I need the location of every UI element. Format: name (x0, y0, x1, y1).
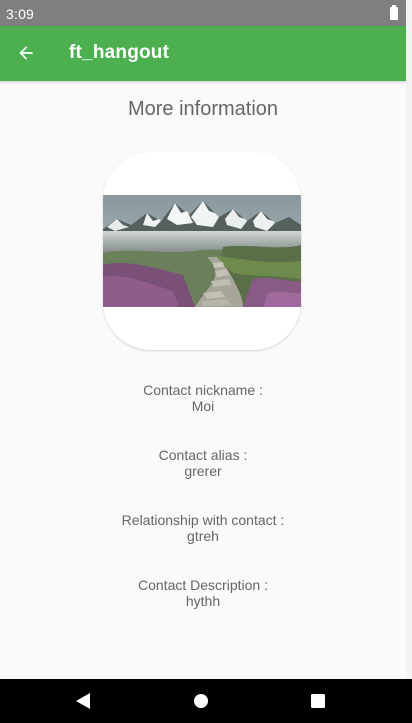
square-recents-icon (311, 694, 325, 708)
description-label: Contact Description : (138, 577, 268, 593)
status-time: 3:09 (6, 6, 35, 22)
contact-photo-card[interactable] (103, 152, 301, 350)
contact-description-field: Contact Description : hythh (0, 577, 406, 609)
status-bar: 3:09 (0, 0, 406, 26)
app-title: ft_hangout (69, 42, 170, 63)
landscape-photo (103, 195, 301, 307)
relationship-label: Relationship with contact : (121, 512, 285, 528)
nav-recents-button[interactable] (308, 691, 328, 711)
nav-home-button[interactable] (191, 691, 211, 711)
alias-value: grerer (184, 463, 222, 479)
system-nav-bar (0, 679, 412, 723)
arrow-back-icon (19, 46, 33, 60)
nav-back-button[interactable] (73, 691, 93, 711)
nickname-label: Contact nickname : (143, 382, 263, 398)
description-value: hythh (185, 593, 221, 609)
contact-nickname-field: Contact nickname : Moi (0, 382, 406, 414)
alias-label: Contact alias : (158, 447, 248, 463)
battery-full-icon (390, 5, 398, 20)
app-bar: ft_hangout (0, 26, 406, 81)
circle-home-icon (194, 694, 208, 708)
contact-relationship-field: Relationship with contact : gtreh (0, 512, 406, 544)
page-heading: More information (127, 98, 279, 120)
screen-edge (406, 0, 412, 723)
back-button[interactable] (12, 39, 40, 67)
app-screen: 3:09 ft_hangout More information Contact… (0, 0, 406, 723)
triangle-back-icon (76, 693, 90, 709)
relationship-value: gtreh (187, 528, 219, 544)
contact-alias-field: Contact alias : grerer (0, 447, 406, 479)
nickname-value: Moi (191, 398, 215, 414)
